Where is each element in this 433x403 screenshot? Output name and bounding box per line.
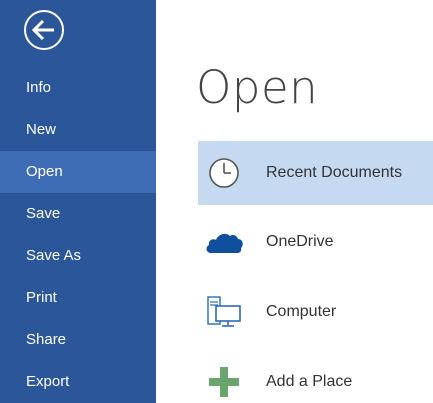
nav-item-save-as[interactable]: Save As (0, 235, 156, 277)
clock-icon (204, 154, 244, 192)
nav-item-label: Print (26, 289, 57, 306)
page-title: Open (196, 61, 319, 114)
nav-item-label: Open (26, 163, 63, 180)
place-computer[interactable]: Computer (198, 280, 433, 344)
nav-item-share[interactable]: Share (0, 319, 156, 361)
open-panel: Open Recent Documents OneDrive Computer … (156, 0, 433, 403)
backstage-window: Info New Open Save Save As Print Share E… (0, 0, 433, 403)
place-label: Add a Place (266, 373, 353, 390)
place-onedrive[interactable]: OneDrive (198, 210, 433, 274)
nav-item-label: Save As (26, 247, 82, 264)
place-label: Computer (266, 303, 337, 320)
nav-item-open[interactable]: Open (0, 151, 156, 193)
nav-item-label: New (26, 121, 57, 138)
nav-item-label: Save (26, 205, 61, 222)
nav-item-label: Info (26, 79, 52, 96)
plus-icon (204, 363, 244, 401)
computer-icon (204, 293, 244, 331)
backstage-sidebar: Info New Open Save Save As Print Share E… (0, 0, 156, 403)
back-arrow-icon (24, 10, 64, 50)
nav-item-label: Export (26, 373, 70, 390)
nav-item-label: Share (26, 331, 67, 348)
nav-item-print[interactable]: Print (0, 277, 156, 319)
place-label: OneDrive (266, 233, 334, 250)
place-label: Recent Documents (266, 164, 403, 181)
place-recent-documents[interactable]: Recent Documents (198, 141, 433, 205)
nav-item-info[interactable]: Info (0, 67, 156, 109)
nav-item-export[interactable]: Export (0, 361, 156, 403)
cloud-icon (204, 223, 244, 261)
place-add-a-place[interactable]: Add a Place (198, 350, 433, 403)
back-button[interactable] (23, 9, 65, 51)
nav-item-new[interactable]: New (0, 109, 156, 151)
nav-item-save[interactable]: Save (0, 193, 156, 235)
